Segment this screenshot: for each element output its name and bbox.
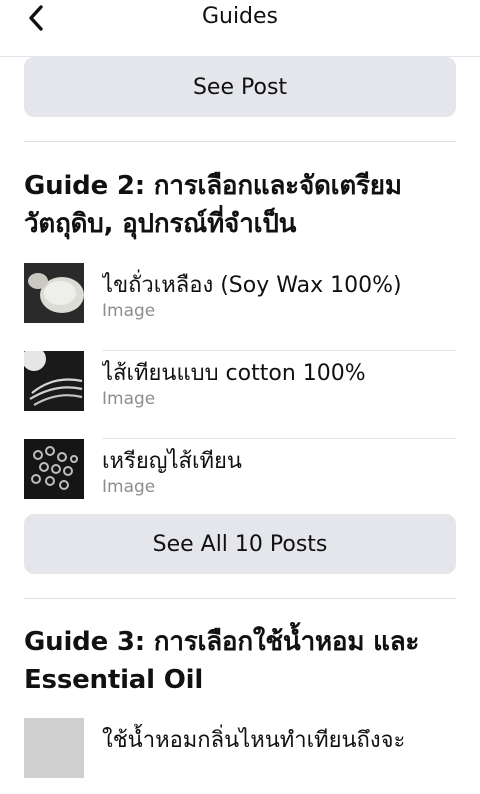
perfume-thumbnail [24, 718, 84, 778]
list-item-subtitle: Image [102, 301, 156, 321]
guide-2-title-line1: Guide 2: การเลือกและจัดเตรียม [24, 171, 402, 201]
guide-3-title-line2: Essential Oil [24, 665, 204, 695]
list-item-title: ไส้เทียนแบบ cotton 100% [102, 361, 366, 386]
list-item-soy-wax[interactable]: ไขถั่วเหลือง (Soy Wax 100%) Image [24, 263, 456, 351]
cotton-wick-thumbnail [24, 351, 84, 411]
divider [24, 141, 456, 142]
list-item-title: เหรียญไส้เทียน [102, 449, 242, 474]
list-item-wick-tabs[interactable]: เหรียญไส้เทียน Image [24, 439, 456, 515]
divider [24, 598, 456, 599]
guide-2-title-line2: วัตถุดิบ, อุปกรณ์ที่จำเป็น [24, 209, 297, 239]
list-item-cotton-wick[interactable]: ไส้เทียนแบบ cotton 100% Image [24, 351, 456, 439]
guide-2-title: Guide 2: การเลือกและจัดเตรียม วัตถุดิบ, … [24, 167, 456, 243]
wick-tabs-thumbnail [24, 439, 84, 499]
guide-3-title-line1: Guide 3: การเลือกใช้น้ำหอม และ [24, 627, 420, 657]
list-item-title: ไขถั่วเหลือง (Soy Wax 100%) [102, 273, 402, 298]
soy-wax-thumbnail [24, 263, 84, 323]
list-item-subtitle: Image [102, 389, 156, 409]
see-post-button[interactable]: See Post [24, 57, 456, 117]
guide-3-title: Guide 3: การเลือกใช้น้ำหอม และ Essential… [24, 623, 456, 699]
list-item-partial[interactable]: ใช้น้ำหอมกลิ่นไหนทำเทียนถึงจะ [24, 718, 456, 794]
list-item-title: ใช้น้ำหอมกลิ่นไหนทำเทียนถึงจะ [102, 728, 406, 753]
see-all-posts-button[interactable]: See All 10 Posts [24, 514, 456, 574]
page-title: Guides [201, 4, 279, 29]
list-item-subtitle: Image [102, 477, 156, 497]
top-bar: Guides [0, 0, 480, 57]
